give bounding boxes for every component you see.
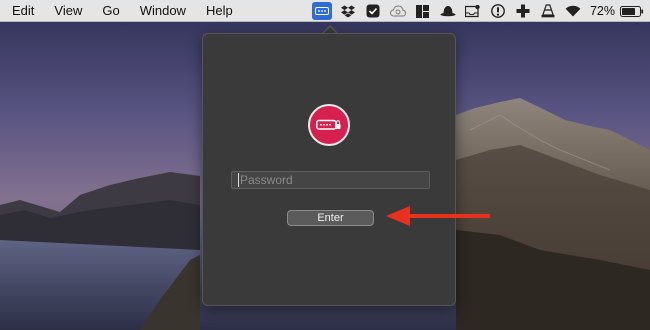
password-popover: Enter <box>202 33 456 306</box>
desktop: Edit View Go Window Help 72% Enter <box>0 0 650 330</box>
notification-icon[interactable] <box>464 2 482 20</box>
layout-icon[interactable] <box>414 2 432 20</box>
password-app-icon[interactable] <box>311 2 332 20</box>
menu-go[interactable]: Go <box>102 0 119 22</box>
password-input[interactable] <box>231 171 430 189</box>
vlc-cone-icon[interactable] <box>539 2 557 20</box>
creative-cloud-icon[interactable] <box>389 2 407 20</box>
battery-percent: 72% <box>589 4 615 18</box>
menu-edit[interactable]: Edit <box>12 0 34 22</box>
checkmark-icon[interactable] <box>364 2 382 20</box>
app-menus: Edit View Go Window Help <box>0 0 253 22</box>
dropbox-icon[interactable] <box>339 2 357 20</box>
menu-help[interactable]: Help <box>206 0 233 22</box>
text-cursor <box>238 173 239 187</box>
battery-icon[interactable] <box>620 2 644 20</box>
menu-bar: Edit View Go Window Help 72% <box>0 0 650 22</box>
menu-view[interactable]: View <box>54 0 82 22</box>
plus-icon[interactable] <box>514 2 532 20</box>
bowler-hat-icon[interactable] <box>439 2 457 20</box>
enter-button[interactable]: Enter <box>287 210 374 226</box>
info-icon[interactable] <box>489 2 507 20</box>
menu-window[interactable]: Window <box>140 0 186 22</box>
red-arrow-annotation-icon <box>386 206 490 226</box>
password-app-logo-icon <box>308 104 350 146</box>
status-menu-area: 72% <box>305 0 644 22</box>
wifi-icon[interactable] <box>564 2 582 20</box>
